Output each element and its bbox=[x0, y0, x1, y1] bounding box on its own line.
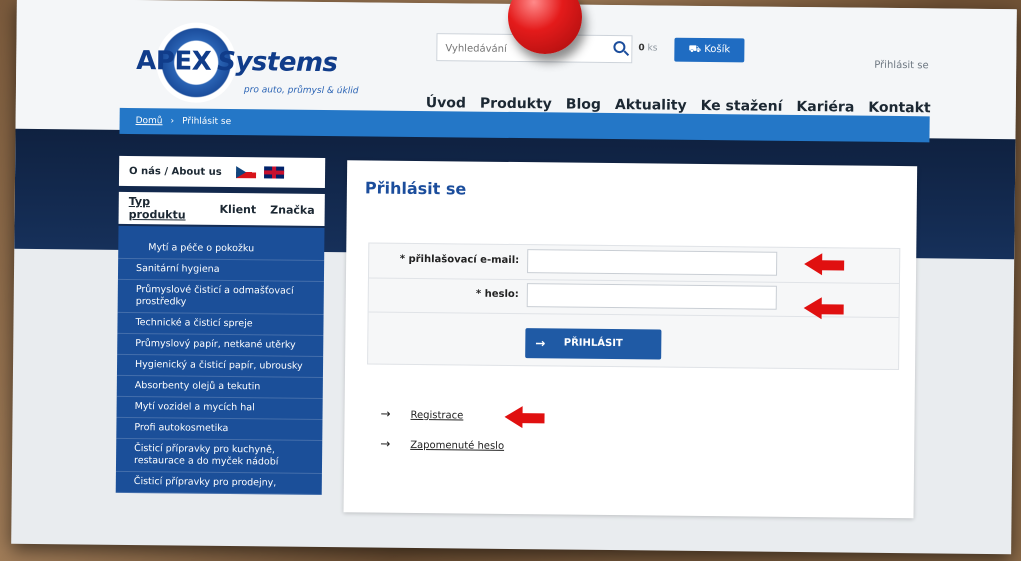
sidebar-item[interactable]: Technické a čisticí spreje bbox=[117, 312, 324, 337]
sidebar-item[interactable]: Průmyslový papír, netkané utěrky bbox=[117, 333, 324, 358]
apex-logo[interactable]: APEX Systems pro auto, průmysl & úklid bbox=[136, 22, 377, 105]
breadcrumb-home[interactable]: Domů bbox=[136, 116, 163, 126]
nav-item-aktuality[interactable]: Aktuality bbox=[615, 97, 687, 114]
sidebar: O nás / About us Typ produktu Klient Zna… bbox=[115, 155, 326, 554]
cart-icon: ⛟ bbox=[688, 43, 705, 55]
arrow-right-icon: → bbox=[380, 406, 391, 421]
nav-item-produkty[interactable]: Produkty bbox=[480, 96, 552, 113]
about-row: O nás / About us bbox=[118, 155, 326, 189]
password-field[interactable] bbox=[526, 283, 777, 310]
nav-item-ke-stazeni[interactable]: Ke stažení bbox=[701, 98, 783, 115]
red-arrow-icon bbox=[803, 297, 844, 320]
password-label: * heslo: bbox=[475, 288, 519, 301]
category-list: Mytí a péče o pokožku Sanitární hygiena … bbox=[115, 225, 325, 495]
forgot-password-link[interactable]: → Zapomenuté heslo bbox=[380, 437, 504, 452]
red-arrow-icon bbox=[804, 253, 845, 276]
cart-label: Košík bbox=[704, 43, 731, 56]
logo-tagline: pro auto, průmysl & úklid bbox=[243, 85, 359, 97]
header-login-link[interactable]: Přihlásit se bbox=[874, 60, 929, 72]
login-button-label: PŘIHLÁSIT bbox=[563, 337, 623, 350]
arrow-right-icon: → bbox=[380, 436, 391, 451]
nav-item-uvod[interactable]: Úvod bbox=[426, 95, 466, 111]
page-title: Přihlásit se bbox=[364, 178, 467, 199]
logo-main: APEX bbox=[136, 46, 212, 77]
nav-item-kontakt[interactable]: Kontakt bbox=[868, 100, 931, 117]
login-panel: Přihlásit se * přihlašovací e-mail: * he… bbox=[343, 160, 918, 519]
email-label: * přihlašovací e-mail: bbox=[399, 253, 520, 267]
sidebar-item[interactable]: Čisticí přípravky pro kuchyně, restaurac… bbox=[115, 438, 323, 474]
cart-count-value: 0 bbox=[638, 43, 645, 54]
register-link-label: Registrace bbox=[410, 409, 464, 422]
red-arrow-icon bbox=[504, 405, 545, 429]
sidebar-item[interactable]: Průmyslové čisticí a odmašťovací prostře… bbox=[117, 279, 324, 316]
nav-item-blog[interactable]: Blog bbox=[566, 97, 601, 113]
email-field[interactable] bbox=[527, 249, 778, 276]
search-icon[interactable] bbox=[613, 41, 626, 54]
forgot-link-label: Zapomenuté heslo bbox=[410, 439, 505, 452]
login-button[interactable]: → PŘIHLÁSIT bbox=[525, 328, 662, 360]
tab-typ-produktu[interactable]: Typ produktu bbox=[129, 195, 206, 222]
tab-klient[interactable]: Klient bbox=[219, 202, 256, 215]
sidebar-item[interactable]: Mytí vozidel a mycích hal bbox=[116, 396, 323, 421]
sidebar-tabs: Typ produktu Klient Značka bbox=[118, 191, 325, 227]
breadcrumb-separator: › bbox=[170, 116, 175, 127]
sidebar-item[interactable]: Absorbenty olejů a tekutin bbox=[116, 375, 323, 400]
nav-item-kariera[interactable]: Kariéra bbox=[796, 99, 854, 116]
sidebar-item[interactable]: Čisticí přípravky pro prodejny, bbox=[115, 471, 322, 495]
tab-znacka[interactable]: Značka bbox=[270, 203, 315, 216]
arrow-right-icon: → bbox=[535, 336, 546, 351]
logo-systems: Systems bbox=[217, 46, 338, 79]
sidebar-item[interactable]: Mytí a péče o pokožku bbox=[118, 237, 325, 262]
uk-flag-icon[interactable] bbox=[263, 166, 284, 179]
about-link[interactable]: O nás / About us bbox=[129, 165, 222, 177]
sidebar-item[interactable]: Profi autokosmetika bbox=[116, 417, 323, 442]
register-link[interactable]: → Registrace bbox=[380, 407, 504, 422]
breadcrumb-current: Přihlásit se bbox=[182, 116, 232, 128]
cart-button[interactable]: ⛟ Košík bbox=[674, 37, 745, 63]
account-links: → Registrace → Zapomenuté heslo bbox=[380, 407, 504, 468]
screenshot-paper: APEXSystems pro auto, průmysl & úklid 0 … bbox=[11, 0, 1017, 555]
cart-count-unit: ks bbox=[647, 43, 658, 54]
cart-count: 0 ks bbox=[638, 43, 657, 53]
czech-flag-icon[interactable] bbox=[235, 166, 256, 179]
sidebar-item[interactable]: Sanitární hygiena bbox=[117, 258, 325, 283]
sidebar-item[interactable]: Hygienický a čisticí papír, ubrousky bbox=[116, 354, 324, 379]
